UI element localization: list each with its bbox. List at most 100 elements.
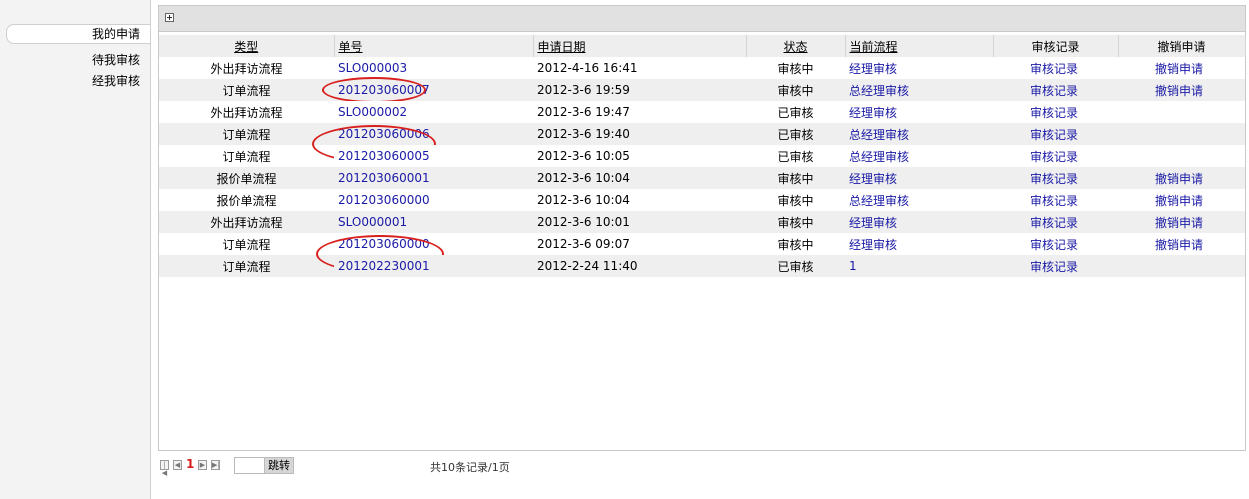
- cell-audit-link[interactable]: 审核记录: [1030, 216, 1078, 230]
- cell-flow-link[interactable]: 总经理审核: [849, 128, 909, 142]
- cell-status: 审核中: [746, 79, 845, 101]
- cell-date: 2012-3-6 10:04: [533, 167, 746, 189]
- prev-page-icon[interactable]: ◀: [173, 460, 182, 470]
- cell-number: SLO000003: [334, 57, 533, 79]
- panel-toolbar: [159, 6, 1245, 32]
- cell-date: 2012-3-6 10:04: [533, 189, 746, 211]
- cell-audit-link[interactable]: 审核记录: [1030, 172, 1078, 186]
- cell-audit-link[interactable]: 审核记录: [1030, 62, 1078, 76]
- cell-number-link[interactable]: 201203060005: [338, 149, 430, 163]
- page-jump-button[interactable]: 跳转: [264, 457, 294, 474]
- cell-audit: 审核记录: [993, 211, 1118, 233]
- cell-revoke-link[interactable]: 撤销申请: [1155, 194, 1203, 208]
- cell-number-link[interactable]: SLO000002: [338, 105, 407, 119]
- cell-flow: 经理审核: [845, 57, 993, 79]
- table-row: 报价单流程 201203060000 2012-3-6 10:04 审核中 总经理审核 审…: [159, 189, 1245, 211]
- cell-revoke-link[interactable]: 撤销申请: [1155, 84, 1203, 98]
- cell-date: 2012-4-16 16:41: [533, 57, 746, 79]
- cell-type: 外出拜访流程: [159, 211, 334, 233]
- cell-flow: 总经理审核: [845, 145, 993, 167]
- cell-type: 订单流程: [159, 145, 334, 167]
- sidebar-item-pending-review[interactable]: 待我审核: [92, 51, 140, 68]
- cell-audit-link[interactable]: 审核记录: [1030, 194, 1078, 208]
- cell-status: 已审核: [746, 123, 845, 145]
- application-table: 类型 单号 申请日期 状态 当前流程 审核记录 撤销申请 外出拜访流程 SLO00…: [159, 35, 1246, 277]
- cell-type: 订单流程: [159, 123, 334, 145]
- cell-status: 审核中: [746, 167, 845, 189]
- cell-flow-link[interactable]: 经理审核: [849, 106, 897, 120]
- page-jump-input[interactable]: [234, 457, 266, 474]
- cell-revoke-link[interactable]: 撤销申请: [1155, 172, 1203, 186]
- cell-number: 201203060001: [334, 167, 533, 189]
- cell-number-link[interactable]: 201203060000: [338, 193, 430, 207]
- column-header-date[interactable]: 申请日期: [533, 35, 747, 57]
- cell-type: 订单流程: [159, 79, 334, 101]
- cell-number: SLO000001: [334, 211, 533, 233]
- cell-type: 报价单流程: [159, 189, 334, 211]
- cell-audit-link[interactable]: 审核记录: [1030, 128, 1078, 142]
- cell-audit-link[interactable]: 审核记录: [1030, 238, 1078, 252]
- cell-type: 外出拜访流程: [159, 57, 334, 79]
- sidebar-item-reviewed-by-me[interactable]: 经我审核: [92, 72, 140, 89]
- cell-audit: 审核记录: [993, 167, 1118, 189]
- pagination: |◀ ◀ 1 ▶ ▶| 跳转 共10条记录/1页: [158, 456, 758, 477]
- cell-number-link[interactable]: 201203060006: [338, 127, 430, 141]
- cell-number-link[interactable]: 201202230001: [338, 259, 430, 273]
- cell-type: 外出拜访流程: [159, 101, 334, 123]
- column-header-flow[interactable]: 当前流程: [845, 35, 994, 57]
- first-page-icon[interactable]: |◀: [160, 460, 169, 477]
- cell-revoke: 撤销申请: [1118, 233, 1245, 255]
- cell-number-link[interactable]: 201203060000: [338, 237, 430, 251]
- table-row: 订单流程 201203060005 2012-3-6 10:05 已审核 总经理审核 审核…: [159, 145, 1245, 167]
- cell-revoke: [1118, 255, 1245, 277]
- column-header-type[interactable]: 类型: [159, 35, 335, 57]
- cell-audit-link[interactable]: 审核记录: [1030, 84, 1078, 98]
- expand-icon[interactable]: [165, 13, 174, 22]
- table-row: 外出拜访流程 SLO000003 2012-4-16 16:41 审核中 经理审核 审核记…: [159, 57, 1245, 79]
- cell-type: 订单流程: [159, 255, 334, 277]
- cell-revoke-link[interactable]: 撤销申请: [1155, 238, 1203, 252]
- cell-audit: 审核记录: [993, 101, 1118, 123]
- table-row: 外出拜访流程 SLO000002 2012-3-6 19:47 已审核 经理审核 审核记录: [159, 101, 1245, 123]
- cell-revoke: 撤销申请: [1118, 79, 1245, 101]
- cell-revoke-link[interactable]: 撤销申请: [1155, 216, 1203, 230]
- next-page-icon[interactable]: ▶: [198, 460, 207, 470]
- cell-status: 已审核: [746, 145, 845, 167]
- cell-number-link[interactable]: SLO000001: [338, 215, 407, 229]
- cell-date: 2012-3-6 19:40: [533, 123, 746, 145]
- column-header-number[interactable]: 单号: [334, 35, 534, 57]
- current-page-number[interactable]: 1: [186, 457, 194, 471]
- cell-revoke-link[interactable]: 撤销申请: [1155, 62, 1203, 76]
- last-page-icon[interactable]: ▶|: [211, 460, 220, 470]
- cell-status: 审核中: [746, 233, 845, 255]
- cell-number: 201203060000: [334, 189, 533, 211]
- cell-flow-link[interactable]: 经理审核: [849, 62, 897, 76]
- table-header-row: 类型 单号 申请日期 状态 当前流程 审核记录 撤销申请: [159, 35, 1246, 57]
- cell-flow-link[interactable]: 经理审核: [849, 238, 897, 252]
- cell-flow: 经理审核: [845, 167, 993, 189]
- cell-audit-link[interactable]: 审核记录: [1030, 106, 1078, 120]
- cell-revoke: 撤销申请: [1118, 189, 1245, 211]
- cell-flow-link[interactable]: 经理审核: [849, 172, 897, 186]
- cell-number-link[interactable]: SLO000003: [338, 61, 407, 75]
- column-header-status[interactable]: 状态: [746, 35, 846, 57]
- cell-flow-link[interactable]: 总经理审核: [849, 194, 909, 208]
- cell-flow-link[interactable]: 经理审核: [849, 216, 897, 230]
- cell-revoke: [1118, 145, 1245, 167]
- table-row: 订单流程 201202230001 2012-2-24 11:40 已审核 1 审核记录: [159, 255, 1245, 277]
- sidebar: 我的申请 待我审核 经我审核: [0, 0, 151, 499]
- cell-number-link[interactable]: 201203060007: [338, 83, 430, 97]
- cell-number: 201202230001: [334, 255, 533, 277]
- cell-flow: 经理审核: [845, 101, 993, 123]
- cell-flow-link[interactable]: 总经理审核: [849, 84, 909, 98]
- cell-number-link[interactable]: 201203060001: [338, 171, 430, 185]
- table-row: 订单流程 201203060000 2012-3-6 09:07 审核中 经理审核 审核记…: [159, 233, 1245, 273]
- cell-audit-link[interactable]: 审核记录: [1030, 150, 1078, 164]
- cell-flow: 经理审核: [845, 211, 993, 233]
- main-panel: 类型 单号 申请日期 状态 当前流程 审核记录 撤销申请 外出拜访流程 SLO00…: [158, 5, 1246, 451]
- cell-flow-link[interactable]: 1: [849, 259, 857, 273]
- cell-audit-link[interactable]: 审核记录: [1030, 260, 1078, 274]
- cell-flow-link[interactable]: 总经理审核: [849, 150, 909, 164]
- cell-flow: 总经理审核: [845, 123, 993, 145]
- sidebar-item-my-applications[interactable]: 我的申请: [6, 24, 150, 44]
